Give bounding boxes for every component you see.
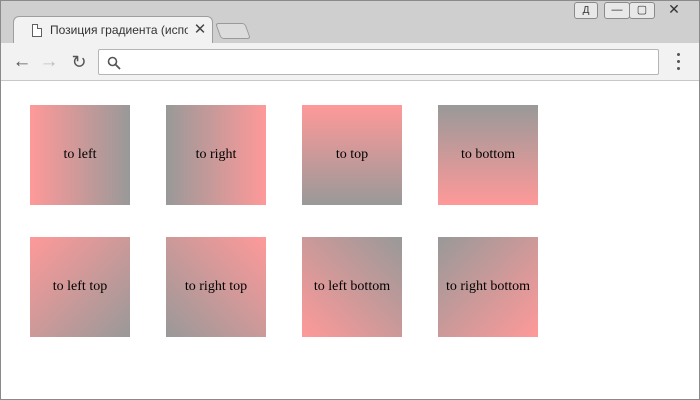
gradient-box: to right: [166, 105, 266, 205]
gradient-box: to bottom: [438, 105, 538, 205]
gradient-label: to left bottom: [313, 279, 391, 294]
gradient-box: to right bottom: [438, 237, 538, 337]
browser-window: Позиция градиента (использование ✕ Д — ▢…: [0, 0, 700, 400]
forward-button[interactable]: →: [38, 52, 60, 72]
gradient-label: to left: [63, 147, 97, 162]
gradient-box: to right top: [166, 237, 266, 337]
minimize-button[interactable]: —: [604, 2, 630, 19]
gradient-label: to right top: [184, 279, 248, 294]
gradient-label: to bottom: [460, 147, 516, 162]
gradient-label: to top: [335, 147, 369, 162]
search-icon: [107, 56, 121, 70]
profile-button[interactable]: Д: [574, 2, 598, 19]
gradient-label: to right bottom: [446, 279, 530, 294]
tab-title: Позиция градиента (использование: [50, 23, 188, 37]
tab-strip: Позиция градиента (использование ✕ Д — ▢…: [1, 1, 699, 44]
page-icon: [32, 24, 42, 37]
gradient-label: to right: [195, 147, 237, 162]
gradient-box: to left top: [30, 237, 130, 337]
gradient-label: to left top: [52, 279, 108, 294]
back-button[interactable]: ←: [11, 52, 33, 72]
browser-toolbar: ← → ↻: [1, 43, 699, 81]
gradient-box: to left bottom: [302, 237, 402, 337]
close-tab-icon[interactable]: ✕: [192, 21, 208, 39]
new-tab-button[interactable]: [215, 23, 251, 39]
tab-active[interactable]: Позиция градиента (использование ✕: [13, 16, 213, 44]
address-bar[interactable]: [98, 49, 659, 75]
menu-icon[interactable]: [671, 51, 685, 73]
reload-button[interactable]: ↻: [68, 52, 90, 72]
close-window-button[interactable]: ✕: [658, 2, 690, 19]
maximize-button[interactable]: ▢: [629, 2, 655, 19]
gradient-box: to top: [302, 105, 402, 205]
address-input[interactable]: [127, 53, 647, 71]
page-content: to left to right to top to bottom to left to…: [2, 82, 698, 398]
gradient-box: to left: [30, 105, 130, 205]
